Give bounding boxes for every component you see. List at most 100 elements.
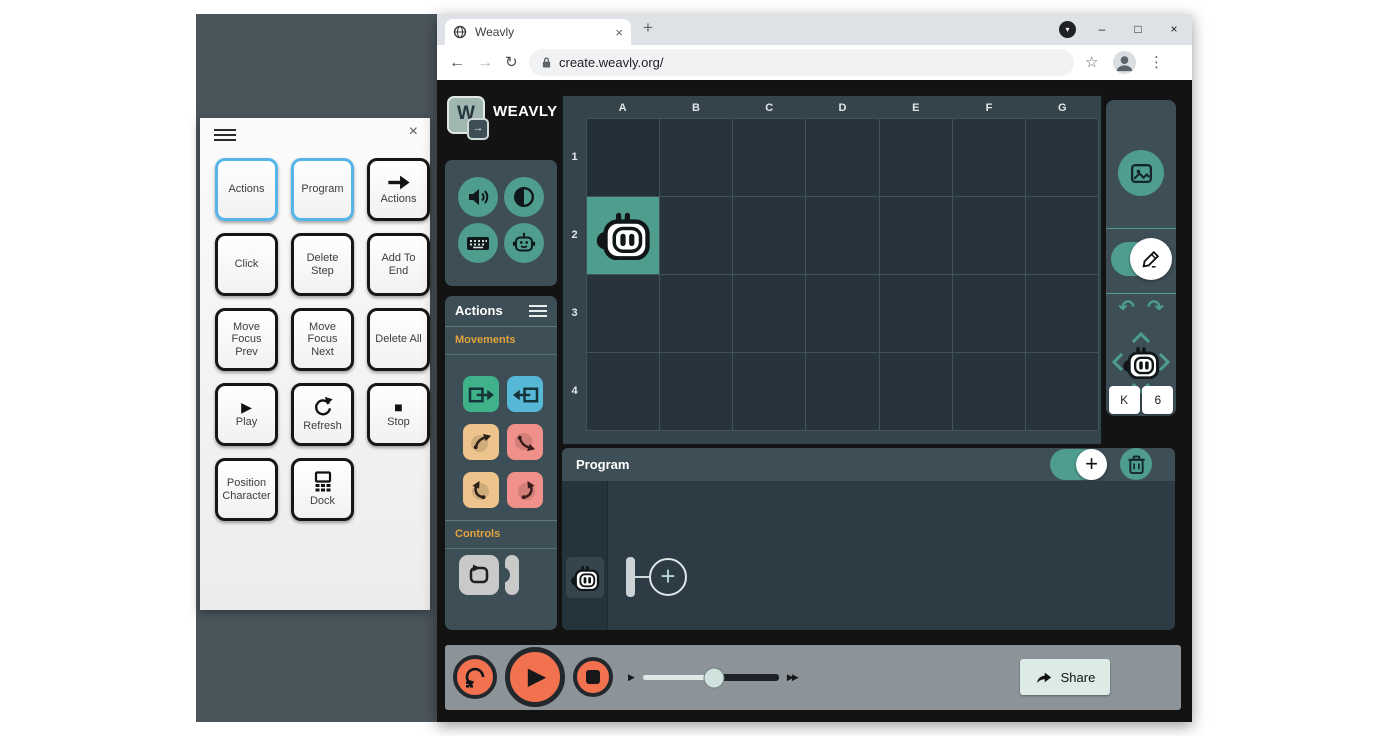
browser-tab[interactable]: Weavly × [445,19,631,45]
actions-tab-button[interactable]: Actions [215,158,278,221]
move-focus-prev-button[interactable]: Move Focus Prev [215,308,278,371]
forward-icon [468,387,494,402]
new-tab-button[interactable]: + [643,18,653,38]
keyboard-icon [466,231,490,255]
grid-cell[interactable] [879,353,952,430]
reset-scene-button[interactable] [453,655,497,699]
share-icon [1036,672,1051,683]
speed-slider[interactable] [642,667,779,688]
window-close-button[interactable]: × [1156,14,1192,45]
grid-cell[interactable] [733,197,806,274]
minimize-button[interactable]: – [1084,14,1120,45]
stop-button[interactable]: ■ Stop [367,383,430,446]
grid-cell[interactable] [660,275,733,352]
click-button[interactable]: Click [215,233,278,296]
turn-left-45-icon [470,433,491,452]
turn-left-90-block[interactable] [463,472,499,508]
reload-icon[interactable]: ↻ [505,45,518,80]
forward-block[interactable] [463,376,499,412]
actions-forward-button[interactable]: Actions [367,158,430,221]
bookmark-star-icon[interactable]: ☆ [1085,45,1098,80]
play-button[interactable]: ▶ Play [215,383,278,446]
grid-cell[interactable] [952,275,1025,352]
column-position-input[interactable] [1108,386,1140,414]
grid-cell[interactable] [806,119,879,196]
position-character-button[interactable]: Position Character [215,458,278,521]
theme-contrast-button[interactable] [504,177,544,217]
draw-toggle[interactable] [1111,238,1172,280]
grid-cell[interactable] [952,197,1025,274]
stop-program-button[interactable] [573,657,613,697]
share-button[interactable]: Share [1020,659,1110,695]
turn-left-45-block[interactable] [463,424,499,460]
grid-cell[interactable] [660,353,733,430]
play-program-button[interactable]: ▶ [505,647,565,707]
grid-cell[interactable] [1025,275,1098,352]
close-icon[interactable]: × [409,124,418,140]
grid-cell[interactable] [733,119,806,196]
refresh-button[interactable]: Refresh [291,383,354,446]
tab-close-icon[interactable]: × [615,26,623,39]
backward-block[interactable] [507,376,543,412]
grid-cell[interactable] [952,119,1025,196]
program-tab-button[interactable]: Program [291,158,354,221]
globe-favicon-icon [453,25,467,39]
add-step-button[interactable]: + [649,558,687,596]
delete-step-button[interactable]: Delete Step [291,233,354,296]
loop-block[interactable] [459,555,499,595]
back-icon[interactable]: ← [449,45,465,80]
grid-cell[interactable] [1025,197,1098,274]
hamburger-icon[interactable] [214,129,236,141]
keyboard-shortcuts-button[interactable] [458,223,498,263]
grid-cell[interactable] [806,275,879,352]
grid-cell[interactable] [806,197,879,274]
row-position-input[interactable] [1142,386,1174,414]
grid-cell[interactable] [660,119,733,196]
chevron-up-icon[interactable] [1131,332,1151,344]
delete-all-button[interactable]: Delete All [367,308,430,371]
delete-program-button[interactable] [1120,448,1152,480]
grid-cell[interactable] [733,275,806,352]
remote-button-grid: Actions Program Actions Click Delete Ste… [215,158,430,521]
palette-menu-icon[interactable] [529,305,547,320]
url-field[interactable]: create.weavly.org/ [529,49,1074,76]
turn-right-90-block[interactable] [507,472,543,508]
actions-palette: Actions Movements Controls [445,296,557,630]
forward-icon[interactable]: → [477,45,493,80]
grid-cell-A1[interactable] [587,119,660,196]
grid-cell[interactable] [587,353,660,430]
media-control-icon[interactable]: ▾ [1059,21,1076,38]
grid-cell[interactable] [733,353,806,430]
grid-cell[interactable] [587,275,660,352]
character-select-button[interactable] [504,223,544,263]
grid-cell[interactable] [1025,353,1098,430]
grid-cell[interactable] [879,275,952,352]
undo-icon[interactable]: ↶ [1118,298,1135,318]
grid-cell[interactable] [660,197,733,274]
profile-avatar[interactable] [1113,51,1136,74]
audio-feedback-button[interactable] [458,177,498,217]
redo-icon[interactable]: ↷ [1147,298,1164,318]
grid-cell-A2-character[interactable] [587,197,660,274]
dock-button[interactable]: Dock [291,458,354,521]
turn-right-45-block[interactable] [507,424,543,460]
speed-slider-knob[interactable] [703,667,725,688]
program-character-tile[interactable] [566,557,604,598]
move-focus-next-button[interactable]: Move Focus Next [291,308,354,371]
scene-background-button[interactable] [1118,150,1164,196]
grid-cell[interactable] [806,353,879,430]
grid-cell[interactable] [1025,119,1098,196]
grid-cell[interactable] [879,119,952,196]
browser-menu-icon[interactable]: ⋮ [1149,45,1164,80]
grid-cell[interactable] [879,197,952,274]
brand-name: WEAVLY [493,103,558,120]
grid-cell[interactable] [952,353,1025,430]
loop-end-block[interactable] [499,555,519,595]
add-node-toggle[interactable]: + [1050,449,1107,480]
weavly-logo[interactable]: W → WEAVLY [447,96,557,148]
maximize-button[interactable]: □ [1120,14,1156,45]
robot-character [596,212,650,260]
column-headers: ABCDEFG [618,102,1067,114]
turn-right-90-icon [517,480,535,500]
add-to-end-button[interactable]: Add To End [367,233,430,296]
